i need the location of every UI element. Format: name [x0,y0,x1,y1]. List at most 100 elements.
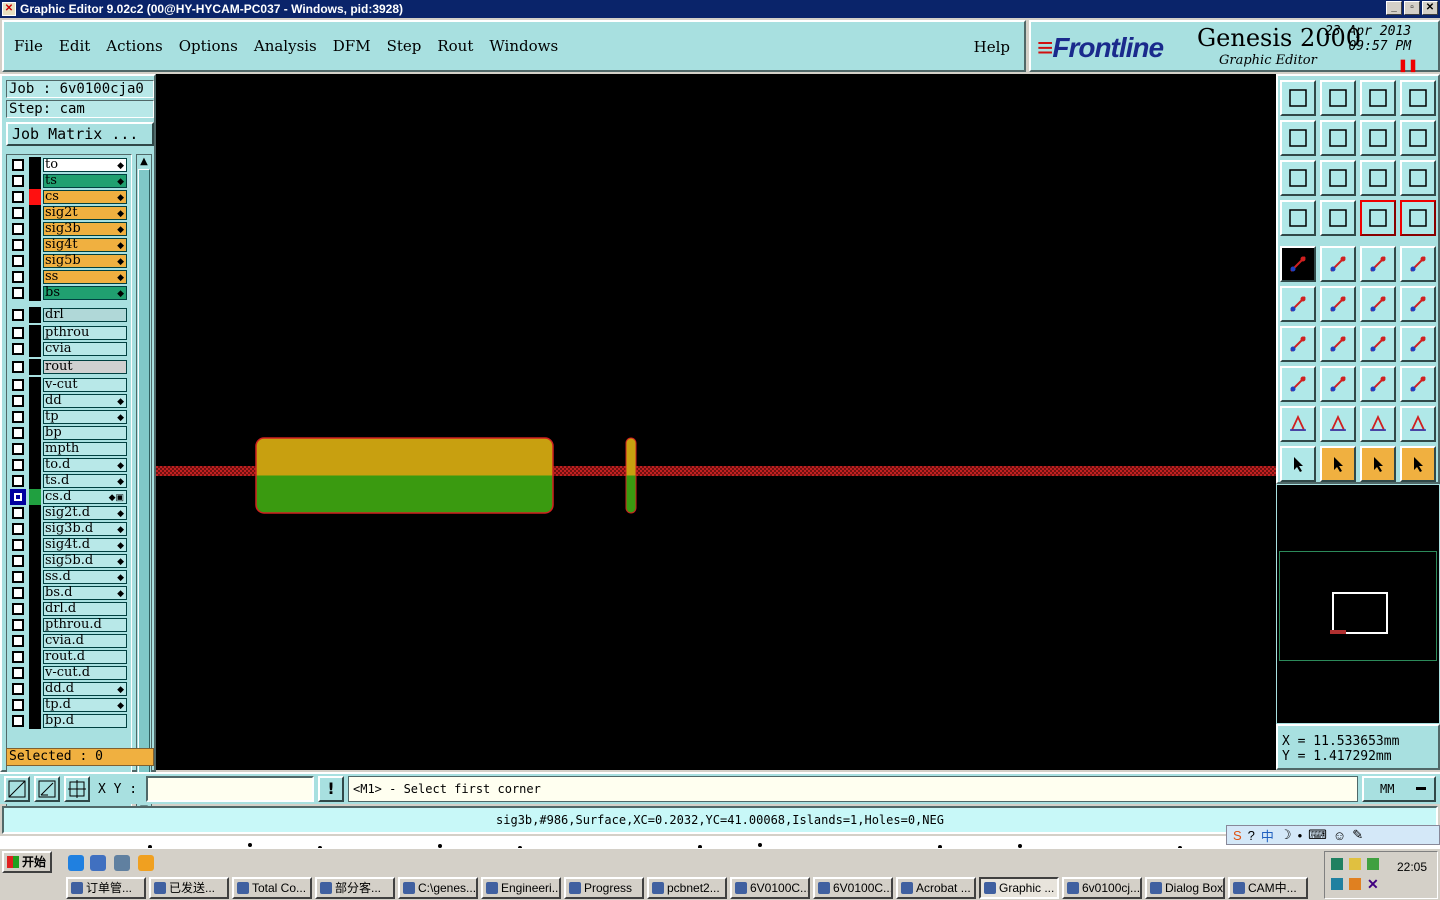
taskbar-task[interactable]: Engineeri... [481,877,561,899]
layer-checkbox[interactable] [12,255,24,267]
grid-mode-button[interactable] [64,776,90,802]
ie-icon[interactable] [68,855,84,871]
layer-color-swatch[interactable] [29,473,41,489]
layer-checkbox[interactable] [12,343,24,355]
layer-color-swatch[interactable] [29,237,41,253]
layer-name[interactable]: drl [43,308,127,322]
home-button[interactable] [1360,80,1396,116]
layer-checkbox[interactable] [12,327,24,339]
start-button[interactable]: 开始 [2,851,52,873]
polygon-edit-button[interactable] [1320,246,1356,282]
pad-add-button[interactable] [1280,366,1316,402]
menu-edit[interactable]: Edit [59,37,90,55]
layer-row-mpth[interactable]: mpth [7,441,131,457]
layer-row-cs[interactable]: cs ◆ [7,189,131,205]
layer-name[interactable]: ts.d ◆ [43,474,127,488]
layer-row-dd[interactable]: dd ◆ [7,393,131,409]
ime-moon-icon[interactable]: ☽ [1280,827,1292,843]
tray-app-icon[interactable] [1349,858,1361,870]
layer-checkbox[interactable] [12,699,24,711]
zoom-button[interactable] [1320,160,1356,196]
layer-row-tp-d[interactable]: tp.d ◆ [7,697,131,713]
layer-name[interactable]: cs.d ◆▣ [43,490,127,504]
layer-row-sig4t[interactable]: sig4t ◆ [7,237,131,253]
layer-row-bp[interactable]: bp [7,425,131,441]
pad-large[interactable] [255,437,554,514]
layer-checkbox[interactable] [12,555,24,567]
layer-color-swatch[interactable] [29,307,41,323]
layer-checkbox[interactable] [12,507,24,519]
swap-button[interactable] [1400,120,1436,156]
layer-color-swatch[interactable] [29,489,41,505]
layer-row-v-cut[interactable]: v-cut [7,377,131,393]
layer-row-sig5b-d[interactable]: sig5b.d ◆ [7,553,131,569]
angle-button[interactable] [1280,326,1316,362]
layer-checkbox[interactable] [10,489,26,505]
layer-row-to-d[interactable]: to.d ◆ [7,457,131,473]
pad-button[interactable] [1400,246,1436,282]
outlook-icon[interactable] [90,855,106,871]
layer-checkbox[interactable] [12,207,24,219]
close-button[interactable]: ✕ [1422,1,1438,15]
layer-color-swatch[interactable] [29,393,41,409]
layer-color-swatch[interactable] [29,285,41,301]
layer-row-sig2t-d[interactable]: sig2t.d ◆ [7,505,131,521]
layer-checkbox[interactable] [12,523,24,535]
layer-color-swatch[interactable] [29,457,41,473]
layer-color-swatch[interactable] [29,681,41,697]
pad-small[interactable] [625,437,637,514]
layer-name[interactable]: bs ◆ [43,286,127,300]
pointer-button[interactable] [1280,446,1316,482]
layer-name[interactable]: tp ◆ [43,410,127,424]
layer-row-rout[interactable]: rout [7,359,131,375]
layer-row-tp[interactable]: tp ◆ [7,409,131,425]
menu-windows[interactable]: Windows [489,37,558,55]
taskbar-task[interactable]: C:\genes... [398,877,478,899]
layer-color-swatch[interactable] [29,537,41,553]
layer-name[interactable]: sig2t ◆ [43,206,127,220]
layer-color-swatch[interactable] [29,553,41,569]
layer-color-swatch[interactable] [29,341,41,357]
ime-punct-icon[interactable]: • [1298,828,1303,843]
net-check-button[interactable] [1400,200,1436,236]
layer-row-pthrou-d[interactable]: pthrou.d [7,617,131,633]
right-arrow-button[interactable] [1320,120,1356,156]
layer-row-bs[interactable]: bs ◆ [7,285,131,301]
layer-checkbox[interactable] [12,539,24,551]
taskbar-task[interactable]: Graphic ... [979,877,1059,899]
layer-row-ss[interactable]: ss ◆ [7,269,131,285]
layer-checkbox[interactable] [12,223,24,235]
layer-checkbox[interactable] [12,619,24,631]
units-select[interactable]: MM [1362,776,1436,802]
clock-app-icon[interactable] [138,855,154,871]
ime-help-icon[interactable]: ? [1248,828,1255,843]
ime-logo-icon[interactable]: S [1233,828,1242,843]
menu-dfm[interactable]: DFM [333,37,371,55]
triangle-3-button[interactable] [1360,406,1396,442]
taskbar-task[interactable]: 部分客... [315,877,395,899]
net-select-button[interactable] [1360,200,1396,236]
connect-nodes-button[interactable] [1280,286,1316,322]
layer-name[interactable]: mpth [43,442,127,456]
overview-viewport[interactable] [1332,592,1388,634]
menu-analysis[interactable]: Analysis [254,37,317,55]
path-edit-button[interactable] [1400,446,1436,482]
layer-checkbox[interactable] [12,427,24,439]
layer-name[interactable]: sig4t.d ◆ [43,538,127,552]
layer-scrollbar[interactable]: ▲ ▼ [136,154,152,818]
select-arrow-alt-button[interactable] [1360,446,1396,482]
taskbar-task[interactable]: CAM中... [1228,877,1308,899]
layer-name[interactable]: bp.d [43,714,127,728]
layer-name[interactable]: pthrou.d [43,618,127,632]
layer-color-swatch[interactable] [29,325,41,341]
folder-icon[interactable] [114,855,130,871]
layer-row-cs-d[interactable]: cs.d ◆▣ [7,489,131,505]
layer-row-ts-d[interactable]: ts.d ◆ [7,473,131,489]
menu-help[interactable]: Help [974,38,1010,56]
layer-row-sig2t[interactable]: sig2t ◆ [7,205,131,221]
layer-name[interactable]: dd.d ◆ [43,682,127,696]
layer-name[interactable]: bp [43,426,127,440]
layer-row-rout-d[interactable]: rout.d [7,649,131,665]
measure-width-button[interactable] [1360,366,1396,402]
cross-button[interactable] [1320,286,1356,322]
